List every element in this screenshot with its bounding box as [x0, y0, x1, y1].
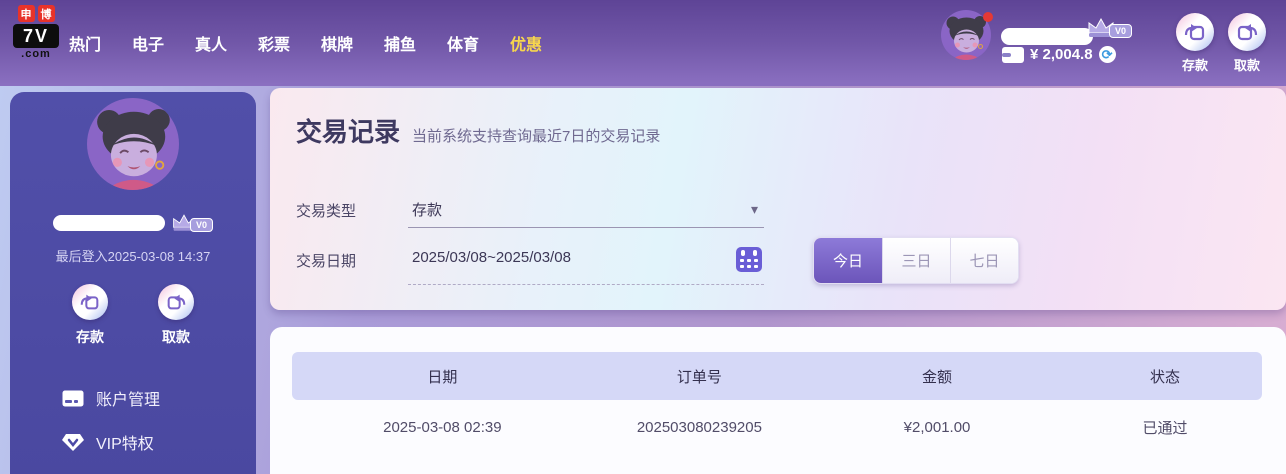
- sidebar-menu: 账户管理 VIP特权: [10, 376, 256, 464]
- nav-item-fishing[interactable]: 捕鱼: [383, 31, 417, 55]
- withdraw-icon: [1228, 13, 1266, 51]
- logo-badge-right: 博: [37, 5, 55, 22]
- sidebar-avatar: [87, 98, 179, 190]
- wallet-icon: [1002, 46, 1024, 63]
- sidebar-deposit-button[interactable]: 存款: [62, 284, 118, 347]
- deposit-icon: [72, 284, 108, 320]
- vip-badge: V0: [1109, 24, 1132, 38]
- deposit-button[interactable]: 存款: [1171, 13, 1219, 74]
- logo-tld: .com: [21, 48, 51, 60]
- logo-brand: 7V: [13, 24, 59, 48]
- last-login-text: 最后登入2025-03-08 14:37: [55, 249, 211, 264]
- sidebar-withdraw-button[interactable]: 取款: [148, 284, 204, 347]
- transaction-type-select[interactable]: 存款 ▾: [408, 193, 764, 228]
- logo-badges: 申 博: [8, 5, 64, 22]
- column-header-order-number: 订单号: [676, 368, 722, 386]
- range-button-seven-days[interactable]: 七日: [950, 238, 1018, 283]
- transaction-type-value: 存款: [412, 202, 443, 219]
- balance-row: ¥ 2,004.8 ⟳: [1002, 46, 1116, 63]
- table-header: 日期 订单号 金额 状态: [292, 352, 1262, 400]
- nav-item-live[interactable]: 真人: [194, 31, 228, 55]
- notification-dot: [983, 12, 993, 22]
- table-row: 2025-03-08 02:39 202503080239205 ¥2,001.…: [292, 400, 1262, 455]
- sidebar-userline: V0: [10, 213, 256, 233]
- cell-order-number: 202503080239205: [636, 419, 762, 436]
- sidebar-item-label: 账户管理: [96, 392, 161, 409]
- balance-amount: ¥ 2,004.8: [1030, 46, 1093, 63]
- deposit-label: 存款: [76, 329, 104, 345]
- vip-level: V0: [1086, 17, 1132, 39]
- transaction-table-panel: 日期 订单号 金额 状态 2025-03-08 02:39 2025030802…: [270, 327, 1286, 474]
- column-header-date: 日期: [427, 368, 458, 386]
- gem-icon: [62, 433, 84, 451]
- sidebar-username-redacted: [53, 215, 165, 231]
- transaction-date-label: 交易日期: [296, 253, 357, 270]
- range-button-three-days[interactable]: 三日: [882, 238, 950, 283]
- chevron-down-icon: ▾: [750, 201, 758, 217]
- column-header-status: 状态: [1149, 368, 1180, 386]
- sidebar-item-label: VIP特权: [96, 436, 154, 453]
- nav-item-cards[interactable]: 棋牌: [320, 31, 354, 55]
- page-title: 交易记录: [296, 117, 401, 147]
- sidebar: V0 最后登入2025-03-08 14:37 存款 取款 账户管理 VIP特权: [10, 92, 256, 474]
- withdraw-label: 取款: [1233, 58, 1260, 73]
- nav-item-slots[interactable]: 电子: [131, 31, 165, 55]
- sidebar-item-vip-privileges[interactable]: VIP特权: [10, 420, 256, 464]
- cell-date: 2025-03-08 02:39: [383, 419, 502, 436]
- range-button-today[interactable]: 今日: [814, 238, 882, 283]
- deposit-label: 存款: [1181, 58, 1208, 73]
- withdraw-button[interactable]: 取款: [1223, 13, 1271, 74]
- transaction-type-label: 交易类型: [296, 203, 357, 220]
- sidebar-item-account-management[interactable]: 账户管理: [10, 376, 256, 420]
- page-subtitle: 当前系统支持查询最近7日的交易记录: [412, 128, 661, 145]
- vip-badge: V0: [190, 218, 213, 232]
- username-redacted: [1001, 28, 1093, 45]
- column-header-amount: 金额: [922, 368, 953, 386]
- bank-card-icon: [62, 390, 84, 406]
- site-logo[interactable]: 申 博 7V .com: [8, 5, 64, 60]
- title-row: 交易记录 当前系统支持查询最近7日的交易记录: [296, 112, 660, 149]
- withdraw-icon: [158, 284, 194, 320]
- transaction-date-field[interactable]: 2025/03/08~2025/03/08: [408, 241, 764, 285]
- date-range-button-group: 今日 三日 七日: [813, 237, 1019, 284]
- nav-item-sports[interactable]: 体育: [446, 31, 480, 55]
- top-nav: 申 博 7V .com 热门 电子 真人 彩票 棋牌 捕鱼 体育 优惠 V0 ¥…: [0, 0, 1286, 86]
- logo-badge-left: 申: [17, 5, 35, 22]
- nav-item-hot[interactable]: 热门: [68, 31, 102, 55]
- sidebar-actions: 存款 取款: [10, 284, 256, 347]
- calendar-dots: [736, 259, 762, 268]
- deposit-icon: [1176, 13, 1214, 51]
- withdraw-label: 取款: [162, 329, 190, 345]
- refresh-balance-icon[interactable]: ⟳: [1098, 46, 1116, 63]
- cell-amount: ¥2,001.00: [903, 419, 971, 436]
- calendar-icon[interactable]: [736, 247, 762, 272]
- transaction-filter-panel: 交易记录 当前系统支持查询最近7日的交易记录 交易类型 存款 ▾ 交易日期 20…: [270, 88, 1286, 310]
- nav-item-promos[interactable]: 优惠: [509, 31, 543, 55]
- nav-item-lottery[interactable]: 彩票: [257, 31, 291, 55]
- cell-status: 已通过: [1142, 420, 1188, 437]
- main-menu: 热门 电子 真人 彩票 棋牌 捕鱼 体育 优惠: [68, 0, 543, 86]
- app-root: 申 博 7V .com 热门 电子 真人 彩票 棋牌 捕鱼 体育 优惠 V0 ¥…: [0, 0, 1286, 474]
- transaction-date-value: 2025/03/08~2025/03/08: [412, 249, 571, 266]
